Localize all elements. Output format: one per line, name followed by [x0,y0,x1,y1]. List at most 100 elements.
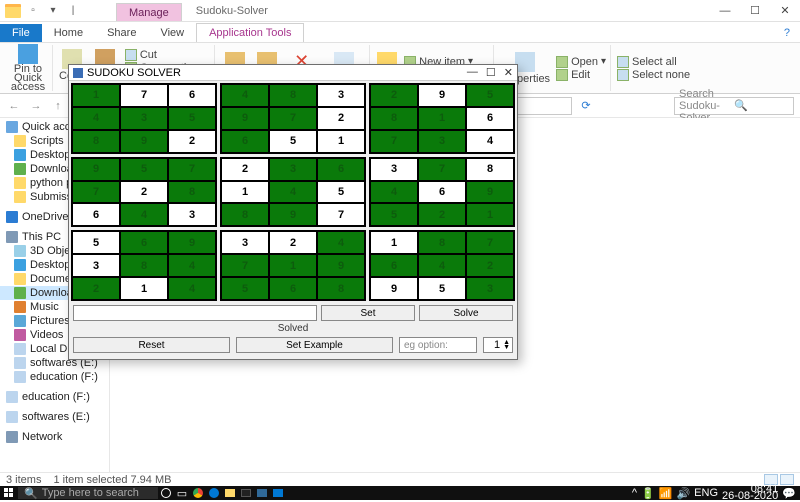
sudoku-cell[interactable]: 7 [467,232,513,253]
minimize-button[interactable]: — [710,0,740,22]
sudoku-cell[interactable]: 9 [222,108,268,129]
refresh-button[interactable]: ⟳ [578,98,594,114]
sudoku-cell[interactable]: 8 [371,108,417,129]
sudoku-cell[interactable]: 4 [270,182,316,203]
sudoku-cell[interactable]: 1 [467,204,513,225]
sudoku-cell[interactable]: 2 [169,131,215,152]
sudoku-cell[interactable]: 2 [222,159,268,180]
sudoku-cell[interactable]: 3 [467,278,513,299]
taskbar-search[interactable]: 🔍 Type here to search [18,487,158,499]
contextual-tab-manage[interactable]: Manage [116,3,182,21]
sudoku-cell[interactable]: 5 [169,108,215,129]
sudoku-cell[interactable]: 5 [73,232,119,253]
set-button[interactable]: Set [321,305,415,321]
tab-file[interactable]: File [0,24,42,42]
tray-wifi-icon[interactable]: 📶 [659,487,673,500]
search-box[interactable]: Search Sudoku-Solver🔍 [674,97,794,115]
sudoku-cell[interactable]: 6 [169,85,215,106]
sudoku-cell[interactable]: 6 [121,232,167,253]
sudoku-cell[interactable]: 9 [371,278,417,299]
sudoku-cell[interactable]: 8 [467,159,513,180]
terminal-icon[interactable] [238,486,254,500]
tree-education-f[interactable]: education (F:) [0,370,109,384]
tree-softwares-e-2[interactable]: softwares (E:) [0,410,109,424]
vscode-icon[interactable] [270,486,286,500]
sudoku-cell[interactable]: 8 [419,232,465,253]
sudoku-titlebar[interactable]: SUDOKU SOLVER — ☐ ✕ [69,65,517,81]
sudoku-cell[interactable]: 9 [318,255,364,276]
python-icon[interactable] [254,486,270,500]
tree-education-f-2[interactable]: education (F:) [0,390,109,404]
example-number-spinner[interactable]: 1 ▲▼ [483,337,513,353]
sudoku-cell[interactable]: 8 [270,85,316,106]
sudoku-cell[interactable]: 9 [419,85,465,106]
chrome-icon[interactable] [190,486,206,500]
sudoku-cell[interactable]: 6 [419,182,465,203]
sudoku-cell[interactable]: 6 [73,204,119,225]
sudoku-cell[interactable]: 4 [318,232,364,253]
sudoku-cell[interactable]: 6 [222,131,268,152]
maximize-button[interactable]: ☐ [740,0,770,22]
tab-view[interactable]: View [148,24,196,42]
tab-app-tools[interactable]: Application Tools [196,23,304,42]
sudoku-cell[interactable]: 4 [169,255,215,276]
sudoku-cell[interactable]: 4 [371,182,417,203]
sudoku-cell[interactable]: 4 [169,278,215,299]
sudoku-cell[interactable]: 4 [222,85,268,106]
reset-button[interactable]: Reset [73,337,230,353]
tray-battery-icon[interactable]: 🔋 [641,487,655,500]
sudoku-cell[interactable]: 3 [169,204,215,225]
sudoku-cell[interactable]: 5 [121,159,167,180]
sudoku-cell[interactable]: 8 [73,131,119,152]
qat-restore-icon[interactable]: ▫ [24,2,42,20]
sudoku-cell[interactable]: 5 [222,278,268,299]
tree-network[interactable]: Network [0,430,109,444]
edge-icon[interactable] [206,486,222,500]
sudoku-cell[interactable]: 7 [222,255,268,276]
sudoku-cell[interactable]: 9 [121,131,167,152]
edit-button[interactable]: Edit [556,69,606,81]
sudoku-cell[interactable]: 7 [419,159,465,180]
sudoku-cell[interactable]: 3 [371,159,417,180]
sudoku-cell[interactable]: 2 [318,108,364,129]
sudoku-cell[interactable]: 4 [467,131,513,152]
sudoku-cell[interactable]: 2 [73,278,119,299]
sudoku-cell[interactable]: 3 [419,131,465,152]
tab-share[interactable]: Share [95,24,148,42]
sudoku-cell[interactable]: 1 [222,182,268,203]
sudoku-cell[interactable]: 9 [73,159,119,180]
sudoku-cell[interactable]: 5 [371,204,417,225]
sudoku-cell[interactable]: 2 [371,85,417,106]
sudoku-minimize-button[interactable]: — [467,66,478,79]
start-button[interactable] [0,486,18,500]
sudoku-cell[interactable]: 7 [121,85,167,106]
sudoku-cell[interactable]: 5 [270,131,316,152]
sudoku-cell[interactable]: 7 [270,108,316,129]
sudoku-close-button[interactable]: ✕ [504,66,513,79]
sudoku-cell[interactable]: 3 [222,232,268,253]
cut-button[interactable]: Cut [125,49,210,61]
select-all-button[interactable]: Select all [617,56,690,68]
sudoku-cell[interactable]: 8 [169,182,215,203]
tray-notifications-icon[interactable]: 💬 [782,487,796,500]
set-example-button[interactable]: Set Example [236,337,393,353]
sudoku-cell[interactable]: 8 [121,255,167,276]
qat-dropdown-icon[interactable]: ▾ [44,2,62,20]
sudoku-cell[interactable]: 5 [318,182,364,203]
sudoku-cell[interactable]: 6 [371,255,417,276]
tray-lang[interactable]: ENG [694,487,718,499]
tray-clock[interactable]: 08:4126-08-2020 [722,486,778,500]
sudoku-cell[interactable]: 1 [270,255,316,276]
task-view-icon[interactable]: ▭ [174,486,190,500]
sudoku-cell[interactable]: 3 [73,255,119,276]
tab-home[interactable]: Home [42,24,95,42]
sudoku-cell[interactable]: 2 [467,255,513,276]
open-button[interactable]: Open ▾ [556,56,606,68]
sudoku-cell[interactable]: 7 [371,131,417,152]
sudoku-cell[interactable]: 1 [121,278,167,299]
sudoku-cell[interactable]: 1 [371,232,417,253]
view-large-icon[interactable] [780,474,794,485]
sudoku-cell[interactable]: 3 [121,108,167,129]
sudoku-cell[interactable]: 7 [169,159,215,180]
sudoku-cell[interactable]: 2 [121,182,167,203]
